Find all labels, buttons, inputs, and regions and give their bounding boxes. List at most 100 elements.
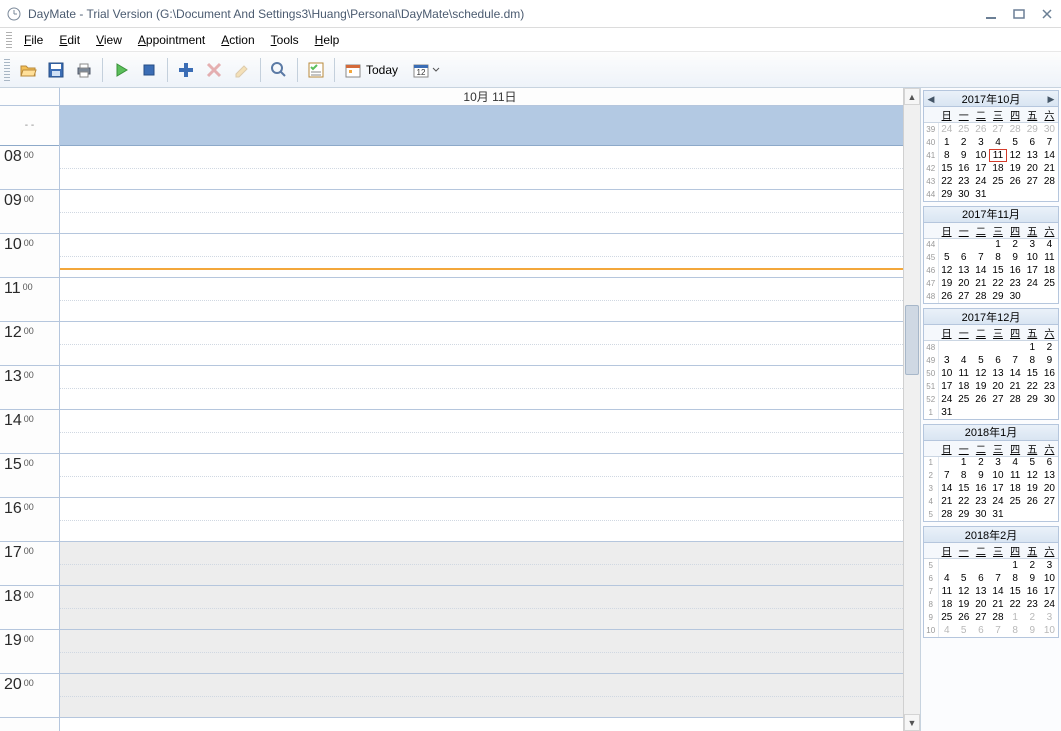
calendar-day[interactable]: 18 <box>1041 264 1058 277</box>
calendar-day[interactable]: 7 <box>938 469 955 482</box>
calendar-day[interactable]: 7 <box>972 251 989 264</box>
calendar-day[interactable]: 27 <box>1041 495 1058 508</box>
calendar-day[interactable]: 9 <box>955 149 972 162</box>
calendar-day[interactable]: 6 <box>1024 136 1041 149</box>
calendar-day[interactable]: 9 <box>972 469 989 482</box>
calendar-day[interactable]: 20 <box>955 277 972 290</box>
calendar-day[interactable]: 29 <box>955 508 972 521</box>
menu-action[interactable]: Action <box>213 31 262 49</box>
hour-body[interactable] <box>60 234 903 277</box>
calendar-day[interactable]: 27 <box>989 393 1006 406</box>
calendar-day[interactable]: 28 <box>938 508 955 521</box>
calendar-day[interactable]: 16 <box>1041 367 1058 380</box>
calendar-day[interactable]: 1 <box>955 456 972 469</box>
calendar-day[interactable]: 11 <box>955 367 972 380</box>
calendar-day[interactable]: 15 <box>1024 367 1041 380</box>
calendar-day[interactable]: 25 <box>938 611 955 624</box>
calendar-day[interactable]: 10 <box>1024 251 1041 264</box>
calendar-day[interactable]: 13 <box>1024 149 1041 162</box>
add-button[interactable] <box>172 56 200 84</box>
hour-row[interactable]: 1000 <box>0 234 903 278</box>
calendar-day[interactable]: 15 <box>989 264 1006 277</box>
goto-date-button[interactable]: 12 <box>407 56 445 84</box>
calendar-day[interactable]: 17 <box>989 482 1006 495</box>
calendar-day[interactable]: 3 <box>972 136 989 149</box>
hour-row[interactable]: 1400 <box>0 410 903 454</box>
calendar-day[interactable]: 3 <box>989 456 1006 469</box>
calendar-day[interactable]: 5 <box>938 251 955 264</box>
calendar-day[interactable]: 18 <box>955 380 972 393</box>
calendar-day[interactable]: 2 <box>1024 611 1041 624</box>
hour-row[interactable]: 1300 <box>0 366 903 410</box>
calendar-day[interactable]: 6 <box>989 354 1006 367</box>
hour-row[interactable]: 1200 <box>0 322 903 366</box>
hour-row[interactable]: 1800 <box>0 586 903 630</box>
calendar-day[interactable]: 25 <box>1041 277 1058 290</box>
calendar-day[interactable]: 20 <box>1024 162 1041 175</box>
calendar-day[interactable]: 22 <box>1007 598 1024 611</box>
calendar-day[interactable]: 12 <box>1024 469 1041 482</box>
calendar-day[interactable]: 16 <box>1007 264 1024 277</box>
calendar-day[interactable]: 11 <box>989 149 1006 162</box>
calendar-day[interactable]: 4 <box>955 354 972 367</box>
calendar-day[interactable]: 24 <box>989 495 1006 508</box>
calendar-day[interactable]: 8 <box>1007 624 1024 637</box>
calendar-day[interactable]: 19 <box>1024 482 1041 495</box>
calendar-day[interactable]: 30 <box>1007 290 1024 303</box>
calendar-day[interactable]: 28 <box>989 611 1006 624</box>
hour-body[interactable] <box>60 586 903 629</box>
menubar-grip[interactable] <box>6 32 12 48</box>
calendar-day[interactable]: 8 <box>989 251 1006 264</box>
calendar-day[interactable]: 6 <box>955 251 972 264</box>
checklist-button[interactable] <box>302 56 330 84</box>
calendar-day[interactable]: 31 <box>972 188 989 201</box>
calendar-day[interactable]: 29 <box>1024 123 1041 136</box>
calendar-day[interactable]: 24 <box>972 175 989 188</box>
calendar-day[interactable]: 12 <box>955 585 972 598</box>
calendar-day[interactable]: 23 <box>1007 277 1024 290</box>
calendar-day[interactable]: 11 <box>1007 469 1024 482</box>
calendar-day[interactable]: 14 <box>1007 367 1024 380</box>
calendar-day[interactable]: 12 <box>1007 149 1024 162</box>
calendar-day[interactable]: 30 <box>1041 393 1058 406</box>
calendar-day[interactable]: 3 <box>1041 559 1058 572</box>
calendar-day[interactable]: 30 <box>972 508 989 521</box>
hour-body[interactable] <box>60 674 903 717</box>
calendar-day[interactable]: 10 <box>972 149 989 162</box>
hour-body[interactable] <box>60 542 903 585</box>
calendar-day[interactable]: 24 <box>1041 598 1058 611</box>
calendar-day[interactable]: 14 <box>1041 149 1058 162</box>
calendar-day[interactable]: 13 <box>955 264 972 277</box>
calendar-day[interactable]: 13 <box>989 367 1006 380</box>
calendar-day[interactable]: 2 <box>1024 559 1041 572</box>
hour-row[interactable]: 1100 <box>0 278 903 322</box>
hour-body[interactable] <box>60 410 903 453</box>
calendar-day[interactable]: 3 <box>938 354 955 367</box>
open-button[interactable] <box>14 56 42 84</box>
calendar-day[interactable]: 31 <box>989 508 1006 521</box>
calendar-day[interactable]: 9 <box>1041 354 1058 367</box>
calendar-day[interactable]: 23 <box>1041 380 1058 393</box>
menu-edit[interactable]: Edit <box>51 31 88 49</box>
calendar-day[interactable]: 17 <box>938 380 955 393</box>
prev-month-button[interactable]: ◀ <box>924 91 938 107</box>
calendar-day[interactable]: 1 <box>938 136 955 149</box>
calendar-day[interactable]: 23 <box>1024 598 1041 611</box>
menu-tools[interactable]: Tools <box>263 31 307 49</box>
hour-body[interactable] <box>60 630 903 673</box>
calendar-day[interactable]: 1 <box>1007 611 1024 624</box>
calendar-day[interactable]: 9 <box>1024 624 1041 637</box>
calendar-day[interactable]: 10 <box>989 469 1006 482</box>
calendar-day[interactable]: 11 <box>938 585 955 598</box>
calendar-day[interactable]: 1 <box>1007 559 1024 572</box>
calendar-day[interactable]: 25 <box>955 123 972 136</box>
calendar-day[interactable]: 13 <box>1041 469 1058 482</box>
calendar-day[interactable]: 21 <box>972 277 989 290</box>
allday-row[interactable] <box>60 106 920 146</box>
calendar-day[interactable]: 13 <box>972 585 989 598</box>
calendar-day[interactable]: 8 <box>1024 354 1041 367</box>
calendar-day[interactable]: 8 <box>1007 572 1024 585</box>
calendar-day[interactable]: 28 <box>1041 175 1058 188</box>
calendar-day[interactable]: 10 <box>938 367 955 380</box>
toolbar-grip[interactable] <box>4 59 10 81</box>
